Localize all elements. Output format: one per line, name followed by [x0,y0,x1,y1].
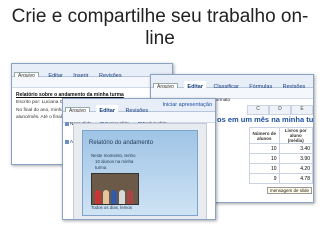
slide-canvas: Relatório do andamento Neste momento, te… [73,123,207,219]
table-cell[interactable]: 10 [249,143,280,154]
table-row: 10 4.20 [249,163,313,174]
table-cell[interactable]: 4.20 [278,163,313,174]
slide-card-title: Relatório do andamento [89,140,154,146]
sheet-menubar: Arquivo Editar Classificar Fórmulas Revi… [151,75,313,93]
column-header[interactable]: C [247,105,269,115]
slide-card[interactable]: Relatório do andamento Neste momento, te… [82,130,198,216]
column-header[interactable]: E [291,105,313,115]
sheet-heading: os em um mês na minha turma [217,115,314,124]
table-row: 10 3.90 [249,153,313,164]
doc-menubar: Arquivo Editar Inserir Revisões [12,64,172,81]
table-header[interactable]: Número de alunos [249,127,280,144]
table-cell[interactable]: 3.90 [278,153,313,164]
tooltip: mensagem de slide [267,187,313,194]
slide-bullet: Neste momento, tenho [91,153,136,158]
table-cell[interactable]: 4.78 [278,173,313,184]
table-cell[interactable]: 9 [249,173,280,184]
new-slide-icon [65,121,69,126]
table-cell[interactable]: 10 [249,163,280,174]
doc-line: aluno/mês. Até o final do [16,115,69,120]
table-row: 10 3.40 [249,143,313,154]
pres-menubar: Arquivo Editar Revisões Iniciar apresent… [63,99,215,117]
slide-bullet: 10 alunos na minha [95,159,134,164]
pres-toolbar: Novo slide Copiar slide Excluir slide Ad… [63,112,215,144]
slide-title: Crie e compartilhe seu trabalho on-line [11,6,309,49]
column-header[interactable]: D [269,105,291,115]
class-photo [91,173,139,205]
slide-bullet: Todos os dias, lemos [91,205,132,210]
table-cell[interactable]: 3.40 [278,143,313,154]
doc-toolbar [12,77,172,88]
data-table: Número de alunos Livros por aluno (média… [249,127,313,184]
slide-bullet: turma [95,165,107,170]
table-row: 9 4.78 [249,173,313,184]
image-icon [65,139,69,144]
table-cell[interactable]: 10 [249,153,280,164]
table-header[interactable]: Livros por aluno (média) [278,127,313,144]
presentation-window[interactable]: Arquivo Editar Revisões Iniciar apresent… [62,98,216,220]
start-presentation-button[interactable]: Iniciar apresentação [159,99,215,111]
